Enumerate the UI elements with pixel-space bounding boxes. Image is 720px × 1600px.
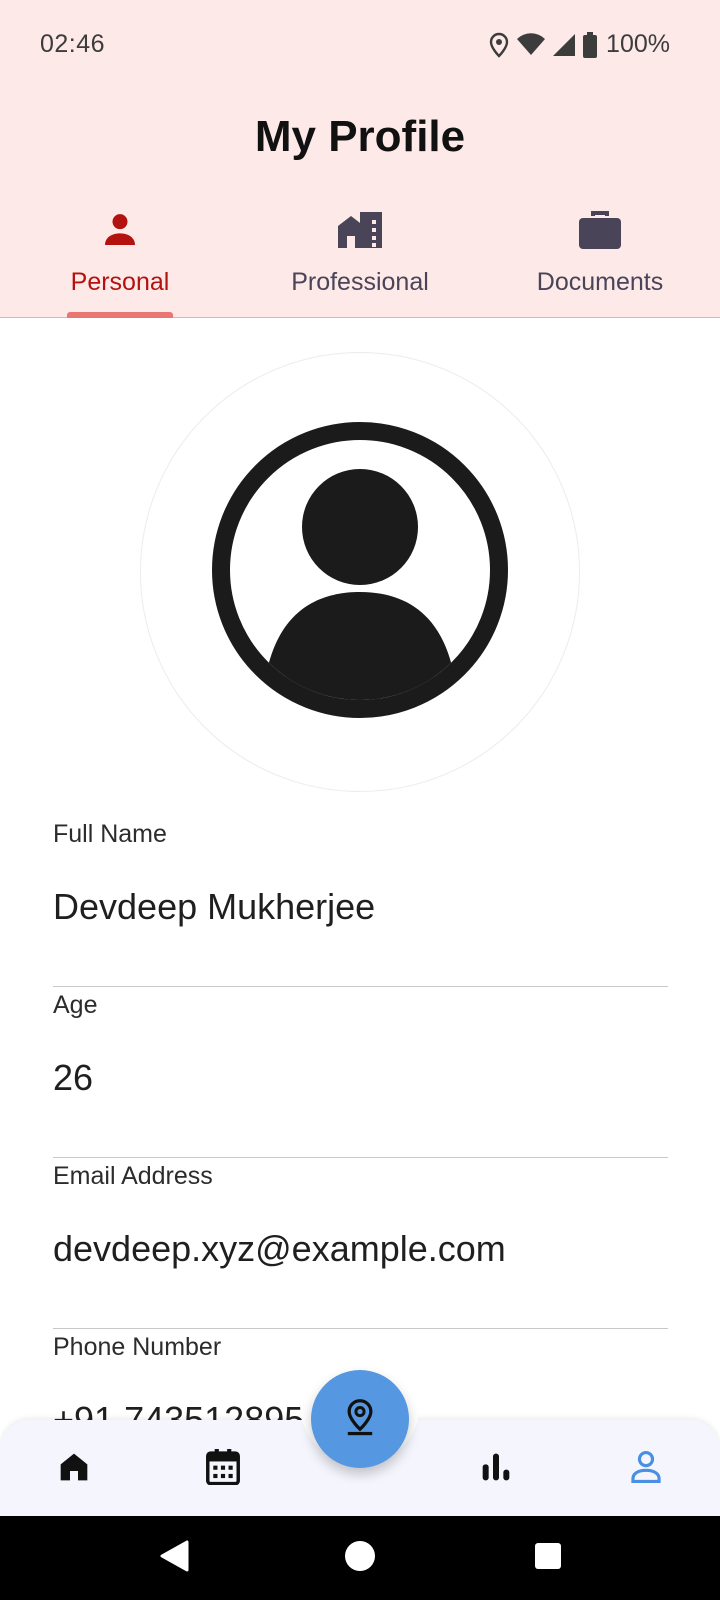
nav-home[interactable]	[44, 1444, 104, 1494]
battery-percent: 100%	[606, 30, 670, 58]
nav-stats[interactable]	[466, 1444, 526, 1494]
location-fab-button[interactable]	[311, 1370, 409, 1468]
field-label: Age	[53, 991, 98, 1019]
person-icon	[100, 210, 140, 250]
location-icon	[488, 32, 510, 58]
location-pin-icon	[343, 1398, 377, 1441]
field-label: Full Name	[53, 820, 167, 848]
home-button[interactable]	[340, 1538, 380, 1578]
app-header: 02:46 100% My Profile Personal Professio…	[0, 0, 720, 318]
avatar[interactable]	[140, 352, 580, 792]
field-age: Age 26	[53, 987, 668, 1158]
tab-documents[interactable]: Documents	[480, 200, 720, 318]
nav-profile[interactable]	[616, 1444, 676, 1494]
profile-icon	[630, 1450, 662, 1489]
home-icon	[58, 1451, 90, 1488]
status-time: 02:46	[40, 30, 106, 58]
signal-icon	[552, 33, 576, 57]
system-nav-bar	[0, 1516, 720, 1600]
account-circle-icon	[212, 421, 508, 723]
battery-icon	[582, 31, 598, 58]
field-value[interactable]: 26	[53, 1057, 93, 1099]
field-label: Email Address	[53, 1162, 213, 1190]
calendar-icon	[206, 1448, 240, 1490]
business-icon	[336, 210, 384, 250]
tab-professional[interactable]: Professional	[240, 200, 480, 318]
page-title: My Profile	[254, 112, 466, 161]
wifi-icon	[516, 32, 546, 57]
tab-label: Personal	[70, 268, 170, 296]
tab-personal[interactable]: Personal	[0, 200, 240, 318]
tab-label: Professional	[291, 268, 429, 296]
status-bar: 02:46 100%	[0, 0, 720, 90]
back-button[interactable]	[154, 1538, 194, 1578]
back-icon	[159, 1540, 189, 1577]
tab-indicator	[67, 312, 173, 318]
field-value[interactable]: devdeep.xyz@example.com	[53, 1228, 506, 1270]
field-value[interactable]: Devdeep Mukherjee	[53, 886, 375, 928]
nav-calendar[interactable]	[193, 1444, 253, 1494]
briefcase-icon	[578, 210, 622, 250]
status-icons: 100%	[488, 30, 670, 59]
field-label: Phone Number	[53, 1333, 222, 1361]
home-circle-icon	[344, 1540, 376, 1577]
recents-icon	[534, 1542, 562, 1575]
field-full-name: Full Name Devdeep Mukherjee	[53, 816, 668, 987]
recents-button[interactable]	[528, 1538, 568, 1578]
bar-chart-icon	[480, 1451, 512, 1488]
field-email: Email Address devdeep.xyz@example.com	[53, 1158, 668, 1329]
profile-tabs: Personal Professional Documents	[0, 200, 720, 318]
tab-label: Documents	[536, 268, 664, 296]
